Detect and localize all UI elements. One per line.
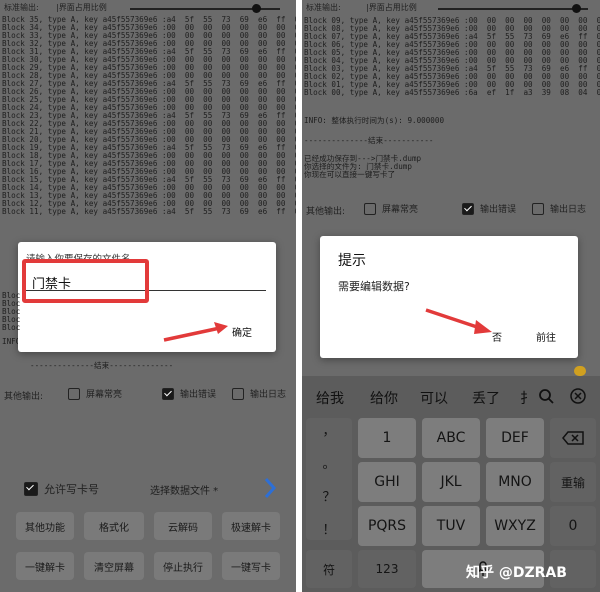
period-key: 。 (322, 457, 336, 472)
reenter-key[interactable]: 重输 (550, 462, 596, 502)
ratio-slider-thumb[interactable] (252, 4, 261, 13)
std-output-label: 标准输出: (306, 3, 341, 12)
suggestion-2[interactable]: 给你 (370, 388, 398, 408)
dialog-message: 需要编辑数据? (338, 280, 410, 293)
other-output-label: 其他输出: (4, 392, 44, 402)
screen-on-option[interactable]: 屏幕常亮 (364, 202, 418, 215)
key-pqrs[interactable]: PQRS (358, 506, 416, 546)
fast-decode-button[interactable]: 极速解卡 (222, 512, 280, 540)
output-log-option[interactable]: 输出日志 (532, 202, 586, 215)
chevron-right-icon[interactable] (262, 476, 278, 500)
key-jkl[interactable]: JKL (422, 462, 480, 502)
question-key: ？ (322, 490, 336, 505)
ratio-slider-track[interactable] (438, 8, 588, 10)
other-output-label: 其他输出: (306, 207, 346, 217)
log-line: Block 00, type A, key a45f557369e6 :6a e… (304, 88, 600, 97)
log-output: Block 35, type A, key a45f557369e6 :a4 5… (2, 16, 296, 216)
ratio-label: |界面占用比例 (56, 3, 107, 12)
symbol-key[interactable]: 符 (306, 550, 352, 588)
exclaim-key: ！ (322, 523, 336, 538)
cloud-decode-button[interactable]: 云解码 (154, 512, 212, 540)
end-marker: --------------结束-------------- (30, 361, 174, 370)
suggestion-5[interactable]: 扌 (520, 388, 534, 408)
key-mno[interactable]: MNO (486, 462, 544, 502)
output-error-option[interactable]: 输出错误 (462, 202, 516, 215)
red-arrow-icon (425, 308, 492, 334)
ime-keyboard: 给我 给你 可以 丢了 扌 ， 。 ？ ！ 1 ABC DEF GHI JKL … (302, 376, 600, 592)
screen-on-checkbox[interactable] (68, 387, 80, 400)
clear-screen-button[interactable]: 清空屏幕 (84, 552, 144, 580)
output-error-option[interactable]: 输出错误 (162, 387, 216, 400)
key-tuv[interactable]: TUV (422, 506, 480, 546)
red-arrow-icon (163, 322, 228, 342)
suggestion-3[interactable]: 可以 (420, 388, 448, 408)
key-abc[interactable]: ABC (422, 418, 480, 458)
emoji-icon[interactable] (574, 366, 586, 376)
highlight-box (22, 259, 149, 303)
output-ratio-bar: 标准输出: |界面占用比例 (0, 0, 296, 14)
suggestion-1[interactable]: 给我 (316, 388, 344, 408)
format-button[interactable]: 格式化 (84, 512, 144, 540)
log-line-partial: Bloc (2, 323, 21, 332)
backspace-icon (562, 431, 584, 445)
ratio-slider-thumb[interactable] (572, 4, 581, 13)
comma-key: ， (322, 424, 336, 439)
key-ghi[interactable]: GHI (358, 462, 416, 502)
output-ratio-bar: 标准输出: |界面占用比例 (302, 0, 600, 14)
edit-data-dialog: 提示 需要编辑数据? 否 前往 (320, 236, 578, 358)
log-output: Block 09, type A, key a45f557369e6 :00 0… (304, 17, 600, 97)
close-icon[interactable] (570, 388, 586, 404)
confirm-button[interactable]: 确定 (232, 324, 252, 339)
punctuation-column[interactable]: ， 。 ？ ！ (306, 418, 352, 540)
end-marker: --------------结束----------- (304, 136, 434, 145)
allow-write-card-checkbox[interactable] (24, 482, 38, 496)
one-click-write-button[interactable]: 一键写卡 (222, 552, 280, 580)
output-error-checkbox[interactable] (162, 387, 174, 400)
key-def[interactable]: DEF (486, 418, 544, 458)
left-screenshot: 标准输出: |界面占用比例 Block 35, type A, key a45f… (0, 0, 296, 592)
output-error-checkbox[interactable] (462, 202, 474, 215)
std-output-label: 标准输出: (4, 3, 39, 12)
key-0[interactable]: 0 (550, 506, 596, 546)
other-functions-button[interactable]: 其他功能 (16, 512, 74, 540)
output-log-option[interactable]: 输出日志 (232, 387, 286, 400)
output-log-checkbox[interactable] (232, 387, 244, 400)
search-icon[interactable] (538, 388, 554, 404)
log-line: Block 11, type A, key a45f557369e6 :a4 5… (2, 207, 296, 216)
one-click-decode-button[interactable]: 一键解卡 (16, 552, 74, 580)
allow-write-card-option[interactable]: 允许写卡号 (24, 481, 99, 497)
right-screenshot: 标准输出: |界面占用比例 Block 09, type A, key a45f… (302, 0, 600, 592)
backspace-key[interactable] (550, 418, 596, 458)
stop-execution-button[interactable]: 停止执行 (154, 552, 212, 580)
ratio-label: |界面占用比例 (366, 3, 417, 12)
key-wxyz[interactable]: WXYZ (486, 506, 544, 546)
output-log-checkbox[interactable] (532, 202, 544, 215)
saved-line: 你现在可以直接一键写卡了 (304, 170, 396, 179)
info-line: INFO: 整体执行时间为(s): 9.000000 (304, 116, 445, 125)
number-key[interactable]: 123 (358, 550, 416, 588)
suggestion-4[interactable]: 丢了 (472, 388, 500, 408)
saved-messages: 已经成功保存到--->门禁卡.dump 你选择的文件为: 门禁卡.dump 你现在可… (304, 155, 421, 179)
go-button[interactable]: 前往 (536, 329, 556, 344)
dialog-title: 提示 (338, 253, 366, 269)
select-data-file[interactable]: 选择数据文件 * (150, 482, 218, 497)
watermark: 知乎 @DZRAB (466, 565, 567, 581)
key-1[interactable]: 1 (358, 418, 416, 458)
screen-on-checkbox[interactable] (364, 202, 376, 215)
screen-on-option[interactable]: 屏幕常亮 (68, 387, 122, 400)
